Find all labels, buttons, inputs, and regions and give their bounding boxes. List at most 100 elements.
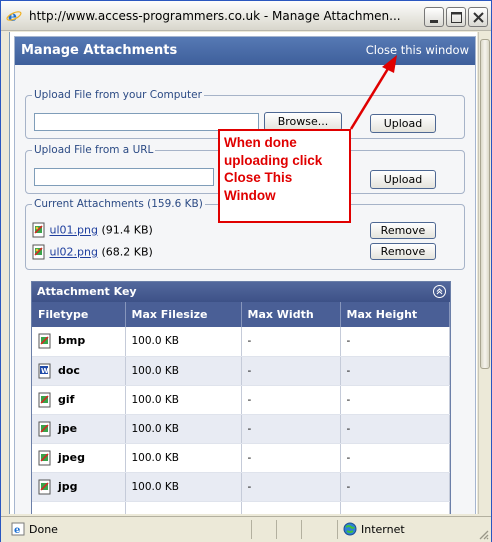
status-text: Done — [29, 523, 58, 536]
file-icon — [32, 222, 45, 238]
max-height-cell: - — [340, 443, 450, 473]
status-divider — [301, 520, 302, 539]
url-input[interactable] — [34, 168, 214, 186]
maximize-button[interactable] — [446, 7, 466, 27]
security-zone-text: Internet — [361, 523, 405, 536]
annotation-text: When done uploading click Close This Win… — [224, 134, 322, 204]
maximize-icon — [451, 12, 462, 23]
max-filesize-cell — [125, 501, 242, 514]
manage-attachments-panel: Manage Attachments Close this window Upl… — [14, 36, 476, 514]
status-bar: e Done Internet — [1, 516, 491, 542]
window-title: http://www.access-programmers.co.uk - Ma… — [29, 9, 401, 23]
status-divider — [276, 520, 277, 539]
max-height-cell: - — [340, 414, 450, 444]
filetype-cell — [32, 501, 126, 514]
filetype-cell: jpe — [32, 414, 126, 444]
max-width-cell: - — [241, 443, 341, 473]
close-window-button[interactable] — [468, 7, 488, 27]
annotation-line: Window — [224, 187, 276, 203]
max-filesize-cell: 100.0 KB — [125, 443, 242, 473]
max-width-cell: - — [241, 327, 341, 357]
table-header-row: Filetype Max Filesize Max Width Max Heig… — [32, 302, 450, 327]
filetype-label: jpeg — [58, 450, 85, 464]
max-filesize-cell: 100.0 KB — [125, 414, 242, 444]
attachment-link[interactable]: ul02.png — [50, 246, 98, 259]
file-icon — [32, 244, 45, 260]
table-row: jpeg 100.0 KB - - — [32, 443, 450, 473]
close-icon — [473, 12, 484, 23]
table-row: jpe 100.0 KB - - — [32, 414, 450, 444]
annotation-callout: When done uploading click Close This Win… — [218, 129, 351, 223]
filetype-cell: gif — [32, 385, 126, 415]
svg-text:W: W — [41, 367, 49, 375]
ie-icon: e — [6, 9, 22, 24]
remove-button[interactable]: Remove — [370, 222, 436, 239]
attachment-item: ul01.png (91.4 KB) — [32, 222, 153, 240]
ie-page-icon: e — [11, 522, 25, 536]
table-row — [32, 501, 450, 514]
max-height-cell: - — [340, 385, 450, 415]
resize-grip-icon[interactable] — [477, 528, 489, 540]
status-divider — [337, 520, 338, 539]
filetype-cell: Wdoc — [32, 356, 126, 386]
vertical-scrollbar[interactable] — [478, 32, 491, 514]
scrollbar-thumb[interactable] — [480, 39, 490, 369]
upload-url-legend: Upload File from a URL — [34, 144, 154, 156]
max-height-cell: - — [340, 356, 450, 386]
attachment-size: (91.4 KB) — [101, 223, 153, 237]
max-filesize-cell: 100.0 KB — [125, 356, 242, 386]
attachment-key: Attachment Key Filetype Max Filesize Max… — [31, 281, 451, 514]
remove-button[interactable]: Remove — [370, 243, 436, 260]
minimize-icon — [430, 20, 438, 23]
filetype-label: bmp — [58, 334, 86, 348]
status-divider — [251, 520, 252, 539]
table-row: gif 100.0 KB - - — [32, 385, 450, 415]
minimize-button[interactable] — [424, 7, 444, 27]
max-filesize-cell: 100.0 KB — [125, 327, 242, 357]
max-width-cell: - — [241, 472, 341, 502]
collapse-icon[interactable] — [433, 285, 446, 298]
table-row: Wdoc 100.0 KB - - — [32, 356, 450, 386]
max-width-cell — [241, 501, 341, 514]
svg-text:e: e — [8, 9, 17, 24]
current-attachments-legend: Current Attachments (159.6 KB) — [34, 198, 203, 210]
column-header: Max Height — [340, 302, 450, 327]
attachment-key-title: Attachment Key — [37, 285, 137, 298]
column-header: Filetype — [32, 302, 126, 327]
annotation-line: Close This — [224, 170, 293, 185]
upload-computer-legend: Upload File from your Computer — [34, 89, 202, 101]
attachment-size: (68.2 KB) — [101, 245, 153, 259]
filetype-label: doc — [58, 363, 80, 377]
upload-computer-button[interactable]: Upload — [370, 114, 436, 133]
max-width-cell: - — [241, 385, 341, 415]
max-width-cell: - — [241, 356, 341, 386]
attachment-key-table: Filetype Max Filesize Max Width Max Heig… — [32, 302, 450, 514]
file-icon — [38, 479, 51, 494]
max-width-cell: - — [241, 414, 341, 444]
filetype-label: jpg — [58, 479, 78, 493]
filetype-label: jpe — [58, 421, 78, 435]
svg-text:e: e — [14, 525, 20, 536]
table-row: bmp 100.0 KB - - — [32, 327, 450, 357]
title-bar[interactable]: e http://www.access-programmers.co.uk - … — [1, 1, 491, 31]
close-this-window-link[interactable]: Close this window — [366, 43, 469, 57]
attachment-item: ul02.png (68.2 KB) — [32, 244, 153, 262]
max-height-cell — [340, 501, 450, 514]
word-document-icon: W — [38, 363, 51, 378]
max-height-cell: - — [340, 472, 450, 502]
annotation-line: uploading click — [224, 152, 323, 168]
browser-window: e http://www.access-programmers.co.uk - … — [0, 0, 492, 542]
column-header: Max Width — [241, 302, 341, 327]
upload-url-button[interactable]: Upload — [370, 170, 436, 189]
filetype-label: gif — [58, 392, 75, 406]
filetype-cell: jpeg — [32, 443, 126, 473]
file-icon — [38, 333, 51, 349]
page-title: Manage Attachments — [21, 43, 178, 58]
page-content: Manage Attachments Close this window Upl… — [9, 32, 477, 514]
globe-icon — [343, 522, 357, 536]
filetype-cell: bmp — [32, 327, 126, 357]
max-height-cell: - — [340, 327, 450, 357]
attachment-link[interactable]: ul01.png — [50, 224, 98, 237]
column-header: Max Filesize — [125, 302, 242, 327]
max-filesize-cell: 100.0 KB — [125, 385, 242, 415]
